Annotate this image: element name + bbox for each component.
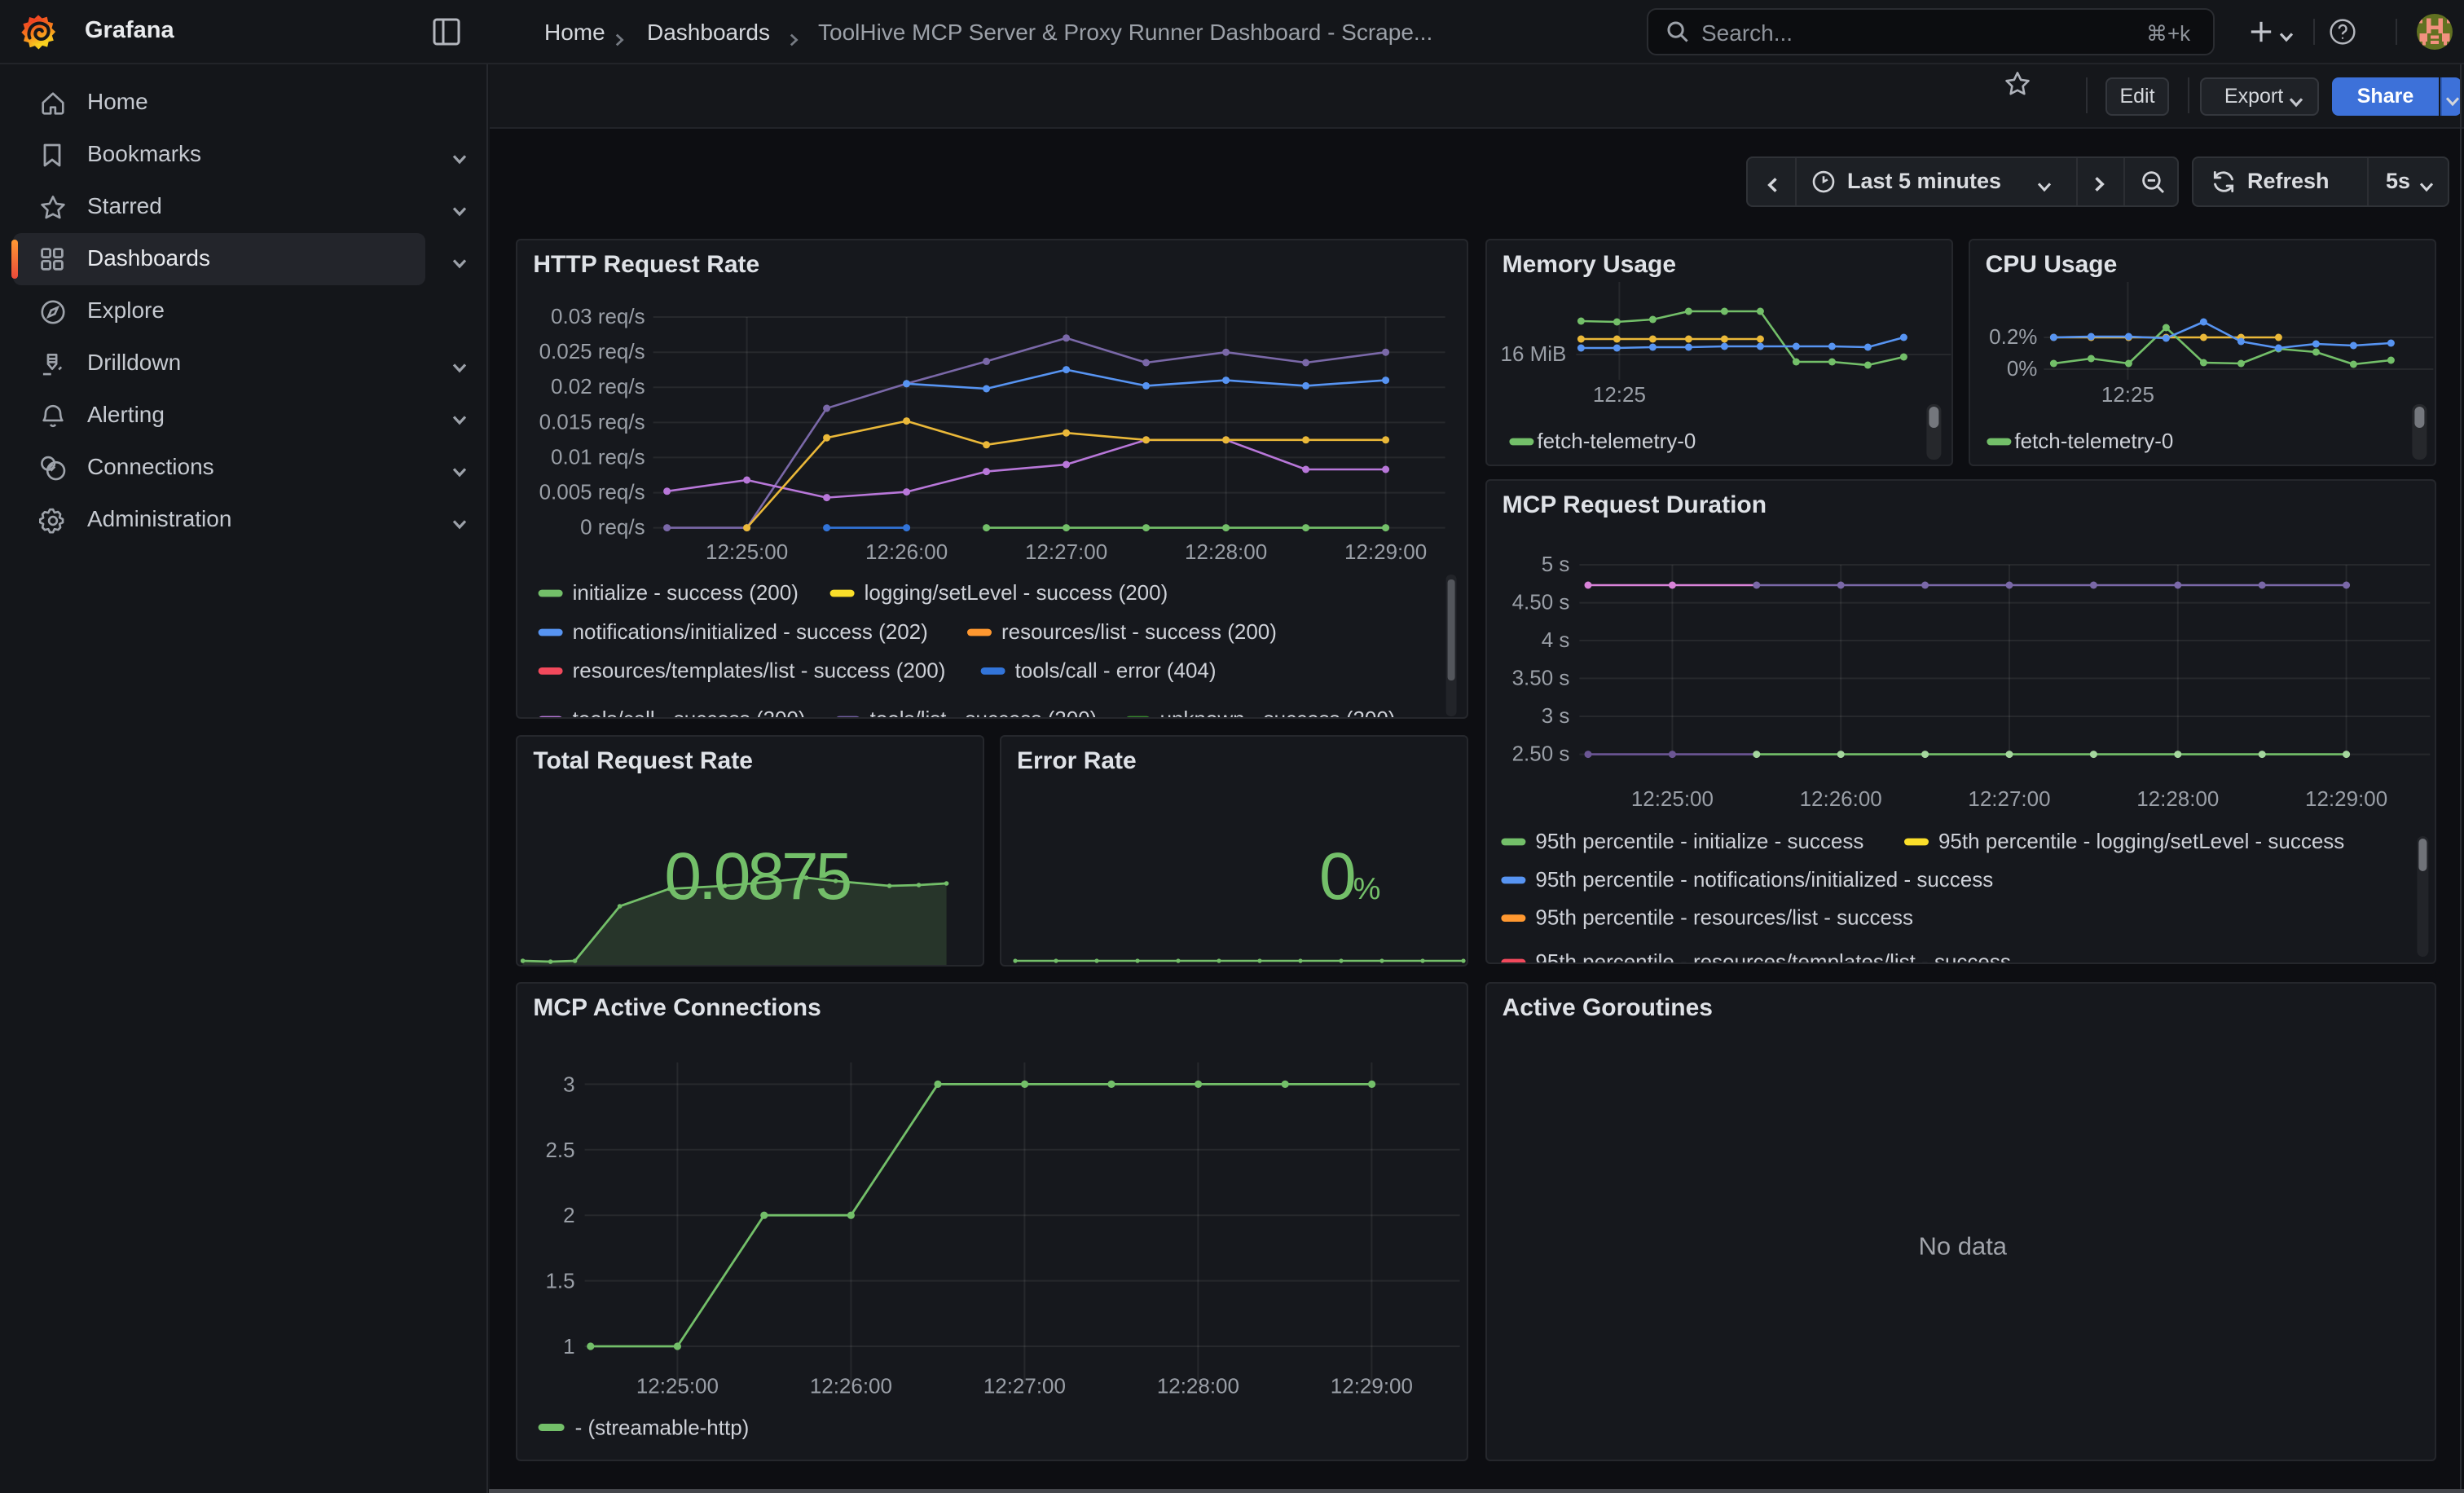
svg-text:95th percentile - initialize -: 95th percentile - initialize - success [1535,829,1863,853]
svg-text:12:28:00: 12:28:00 [1157,1374,1239,1398]
svg-text:0.03 req/s: 0.03 req/s [551,304,645,328]
svg-text:- (streamable-http): - (streamable-http) [575,1416,750,1440]
svg-text:12:27:00: 12:27:00 [1968,786,2050,811]
svg-text:12:26:00: 12:26:00 [810,1374,892,1398]
svg-text:12:25: 12:25 [1592,382,1645,407]
svg-text:12:29:00: 12:29:00 [1331,1374,1413,1398]
svg-text:12:25:00: 12:25:00 [706,540,788,564]
svg-text:0.2%: 0.2% [1989,324,2037,349]
svg-text:4.50 s: 4.50 s [1511,590,1569,614]
svg-text:0.005 req/s: 0.005 req/s [539,480,645,504]
svg-text:16 MiB: 16 MiB [1500,341,1566,366]
svg-text:No data: No data [1918,1232,2007,1261]
svg-text:95th percentile - notification: 95th percentile - notifications/initiali… [1535,867,1993,892]
svg-text:tools/call - success (200): tools/call - success (200) [573,707,806,719]
svg-text:logging/setLevel - success (20: logging/setLevel - success (200) [865,580,1168,605]
svg-text:12:25:00: 12:25:00 [636,1374,719,1398]
svg-text:0%: 0% [2006,356,2037,381]
svg-text:95th percentile - logging/setL: 95th percentile - logging/setLevel - suc… [1938,829,2344,853]
svg-text:1.5: 1.5 [546,1269,575,1293]
svg-text:fetch-telemetry-0: fetch-telemetry-0 [1537,429,1696,453]
svg-text:0.015 req/s: 0.015 req/s [539,409,645,434]
svg-text:12:29:00: 12:29:00 [2305,786,2387,811]
svg-text:tools/call - error (404): tools/call - error (404) [1015,658,1217,682]
svg-text:12:29:00: 12:29:00 [1344,540,1427,564]
svg-text:4 s: 4 s [1541,628,1569,652]
svg-text:0.02 req/s: 0.02 req/s [551,374,645,399]
svg-text:unknown - success (200): unknown - success (200) [1160,707,1396,719]
svg-text:0.025 req/s: 0.025 req/s [539,339,645,363]
svg-text:0.01 req/s: 0.01 req/s [551,444,645,469]
svg-text:notifications/initialized - su: notifications/initialized - success (202… [573,619,928,644]
svg-text:2: 2 [564,1204,575,1228]
svg-text:12:28:00: 12:28:00 [2136,786,2219,811]
svg-text:5 s: 5 s [1541,552,1569,576]
svg-text:12:27:00: 12:27:00 [1025,540,1107,564]
svg-text:12:27:00: 12:27:00 [983,1374,1066,1398]
svg-text:0 req/s: 0 req/s [581,515,645,540]
svg-text:12:26:00: 12:26:00 [1799,786,1881,811]
svg-text:fetch-telemetry-0: fetch-telemetry-0 [2014,429,2173,453]
svg-text:resources/templates/list - suc: resources/templates/list - success (200) [573,658,946,682]
svg-text:1: 1 [564,1334,575,1359]
svg-text:tools/list - success (200): tools/list - success (200) [870,707,1098,719]
svg-text:3 s: 3 s [1541,703,1569,728]
svg-text:resources/list - success (200): resources/list - success (200) [1001,619,1277,644]
svg-text:12:25: 12:25 [2101,382,2154,407]
svg-text:2.50 s: 2.50 s [1511,742,1569,766]
svg-text:95th percentile - resources/li: 95th percentile - resources/list - succe… [1535,905,1913,930]
svg-text:12:28:00: 12:28:00 [1185,540,1267,564]
svg-text:3: 3 [564,1072,575,1097]
svg-text:2.5: 2.5 [546,1138,575,1162]
svg-text:95th percentile - resources/te: 95th percentile - resources/templates/li… [1535,949,2010,964]
svg-text:initialize - success (200): initialize - success (200) [573,580,799,605]
svg-text:3.50 s: 3.50 s [1511,665,1569,689]
svg-text:12:26:00: 12:26:00 [865,540,948,564]
svg-text:12:25:00: 12:25:00 [1630,786,1713,811]
